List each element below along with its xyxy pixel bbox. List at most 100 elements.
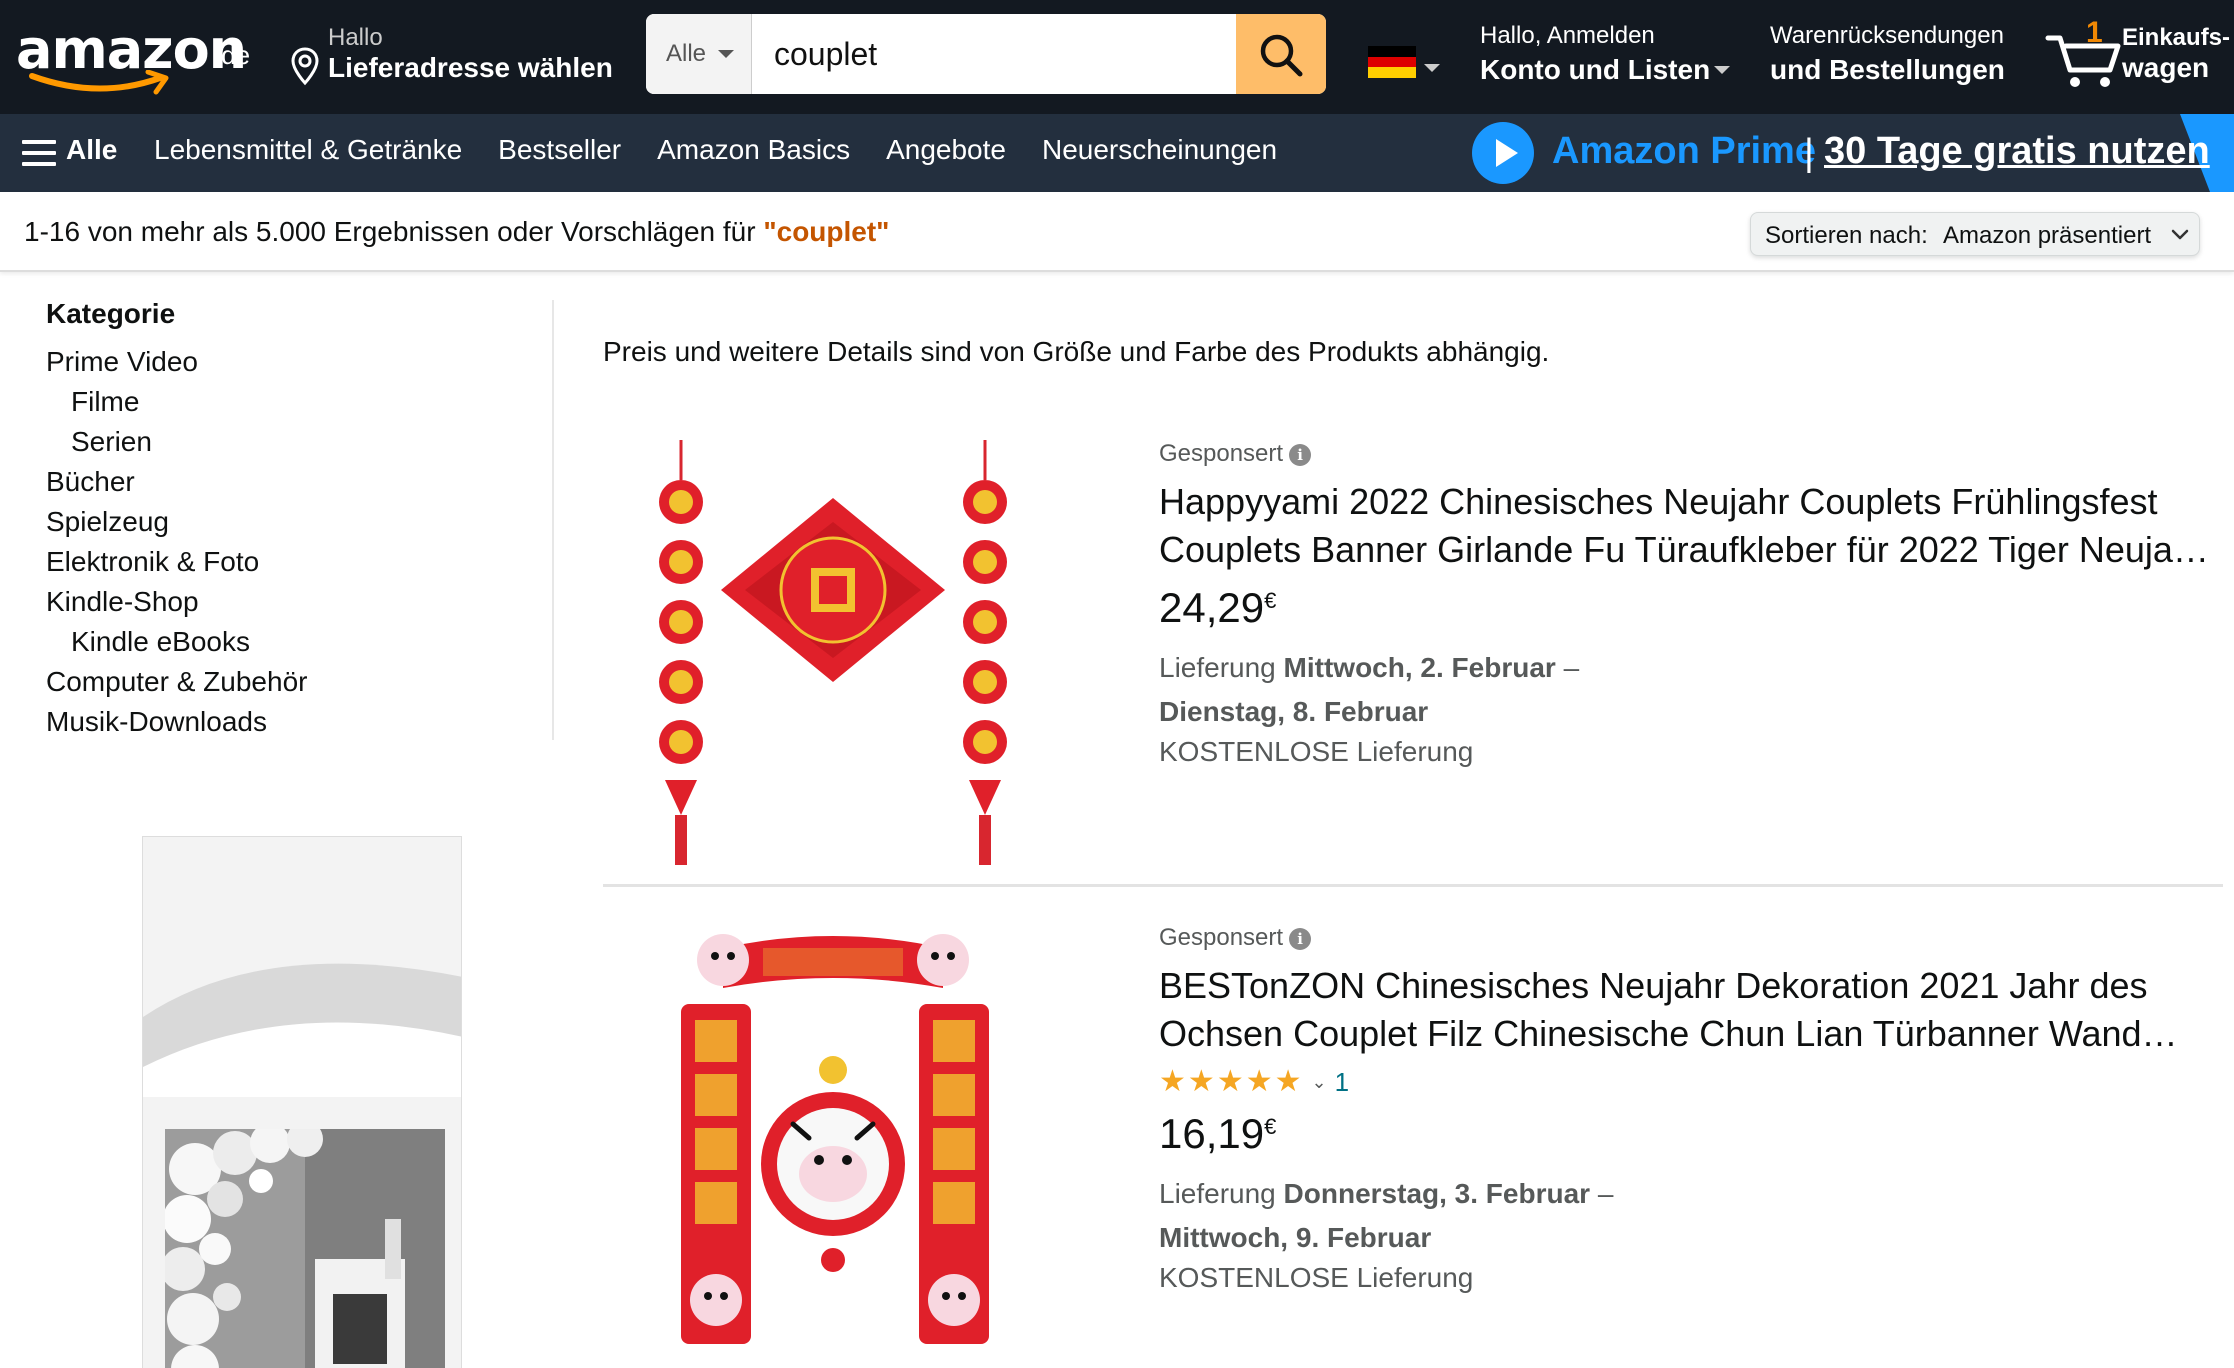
- category-books[interactable]: Bücher: [46, 462, 546, 502]
- delivery-dash: –: [1555, 652, 1580, 683]
- smile-arrow-icon: [29, 70, 169, 95]
- star-icon: ★: [1216, 1064, 1244, 1099]
- magnifier-icon: [1260, 34, 1303, 77]
- category-music-downloads[interactable]: Musik-Downloads: [46, 702, 546, 742]
- delivery-prefix: Lieferung: [1159, 1178, 1284, 1209]
- caret-down-icon[interactable]: [1424, 64, 1440, 72]
- right-scroll: [919, 1004, 989, 1344]
- free-delivery-label: KOSTENLOSE Lieferung: [1159, 1262, 1474, 1293]
- category-toys[interactable]: Spielzeug: [46, 502, 546, 542]
- nav-links: Lebensmittel & Getränke Bestseller Amazo…: [154, 134, 1277, 166]
- cart-icon: [2045, 35, 2121, 87]
- cart-label-line1: Einkaufs-: [2122, 24, 2231, 51]
- category-kindle-ebooks[interactable]: Kindle eBooks: [46, 622, 546, 662]
- nav-link-bestseller[interactable]: Bestseller: [498, 134, 621, 166]
- results-count-text: 1-16 von mehr als 5.000 Ergebnissen oder…: [24, 216, 764, 247]
- star-icon: ★: [1187, 1064, 1215, 1099]
- star-rating[interactable]: ★ ★ ★ ★ ★ ⌄ 1: [1159, 1064, 2219, 1100]
- cart-count-badge: 1: [2086, 16, 2103, 49]
- sort-dropdown[interactable]: Sortieren nach: Amazon präsentiert: [1750, 212, 2200, 256]
- product-price: 24,29€: [1159, 584, 2219, 632]
- sponsored-text: Gesponsert: [1159, 440, 1284, 467]
- hanging-chain-left: [659, 440, 703, 865]
- search-bar: Alle: [646, 14, 1326, 94]
- delivery-info: Lieferung Mittwoch, 2. Februar – Diensta…: [1159, 646, 2219, 734]
- product-price: 16,19€: [1159, 1110, 2219, 1158]
- sidebar-ad[interactable]: [142, 836, 462, 1368]
- chevron-down-icon[interactable]: ⌄: [1312, 1072, 1327, 1093]
- product-title-link[interactable]: Happyyami 2022 Chinesisches Neujahr Coup…: [1159, 478, 2219, 574]
- category-sidebar: Kategorie Prime Video Filme Serien Büche…: [46, 298, 546, 742]
- returns-and-orders[interactable]: Warenrücksendungen und Bestellungen: [1770, 22, 2010, 86]
- top-banner: [697, 934, 969, 988]
- results-query: "couplet": [763, 216, 890, 247]
- returns-label: Warenrücksendungen: [1770, 22, 2004, 49]
- account-greeting: Hallo, Anmelden: [1480, 22, 1655, 49]
- category-electronics[interactable]: Elektronik & Foto: [46, 542, 546, 582]
- all-menu-button[interactable]: Alle: [66, 134, 117, 166]
- secondary-nav: Alle Lebensmittel & Getränke Bestseller …: [0, 114, 2234, 192]
- nav-link-amazon-basics[interactable]: Amazon Basics: [657, 134, 850, 166]
- sort-value: Amazon präsentiert: [1943, 222, 2152, 249]
- deliver-greeting: Hallo: [328, 24, 383, 51]
- logo-tld: .de: [214, 40, 251, 70]
- amazon-logo[interactable]: amazon .de: [16, 18, 256, 95]
- cart-button[interactable]: 1 Einkaufs- wagen: [2044, 16, 2234, 96]
- sidebar-divider: [552, 300, 554, 740]
- nav-link-new-releases[interactable]: Neuerscheinungen: [1042, 134, 1277, 166]
- sponsored-label: Gesponsert i: [1159, 924, 2219, 952]
- category-movies[interactable]: Filme: [46, 382, 546, 422]
- price-currency: €: [1264, 588, 1277, 613]
- language-flag-icon[interactable]: [1368, 46, 1416, 78]
- category-series[interactable]: Serien: [46, 422, 546, 462]
- category-prime-video[interactable]: Prime Video: [46, 342, 546, 382]
- caret-down-icon: [718, 50, 734, 58]
- price-whole: 16,19: [1159, 1110, 1265, 1157]
- nav-link-deals[interactable]: Angebote: [886, 134, 1006, 166]
- info-icon[interactable]: i: [1289, 927, 1312, 950]
- rating-count-link[interactable]: 1: [1335, 1067, 1349, 1098]
- play-icon: [1472, 122, 1534, 184]
- product-image-ox-couplet[interactable]: [643, 924, 1023, 1368]
- prime-promo-banner[interactable]: Amazon Prime | 30 Tage gratis nutzen: [1470, 114, 2234, 192]
- delivery-dash: –: [1590, 1178, 1614, 1209]
- price-whole: 24,29: [1159, 584, 1265, 631]
- delivery-info: Lieferung Donnerstag, 3. Februar – Mittw…: [1159, 1172, 2219, 1260]
- hamburger-icon[interactable]: [22, 140, 56, 166]
- star-icon: ★: [1274, 1064, 1302, 1099]
- search-category-dropdown[interactable]: Alle: [646, 14, 752, 94]
- location-pin-icon: [291, 47, 319, 86]
- search-input[interactable]: [752, 14, 1242, 94]
- nav-link-groceries[interactable]: Lebensmittel & Getränke: [154, 134, 462, 166]
- chevron-down-icon: [2171, 229, 2189, 240]
- search-category-label: Alle: [666, 40, 707, 67]
- result-info: Gesponsert i BESTonZON Chinesisches Neuja…: [1159, 924, 2219, 1296]
- delivery-address-selector[interactable]: Hallo Lieferadresse wählen: [286, 22, 616, 92]
- balloon-garland-image: [165, 1129, 445, 1368]
- result-divider: [603, 884, 2223, 887]
- category-computers[interactable]: Computer & Zubehör: [46, 662, 546, 702]
- account-lists: Konto und Listen: [1480, 54, 1711, 85]
- prime-separator: |: [1804, 132, 1814, 174]
- prime-name: Amazon Prime: [1552, 130, 1816, 172]
- top-nav: amazon .de Hallo Lieferadresse wählen Al…: [0, 0, 2234, 114]
- product-image-couplet-banner[interactable]: [643, 440, 1023, 880]
- account-menu[interactable]: Hallo, Anmelden Konto und Listen: [1480, 22, 1740, 86]
- product-title-link[interactable]: BESTonZON Chinesisches Neujahr Dekoratio…: [1159, 962, 2219, 1058]
- orders-label: und Bestellungen: [1770, 54, 2005, 85]
- cart-label-line2: wagen: [2122, 52, 2210, 83]
- delivery-prefix: Lieferung: [1159, 652, 1284, 683]
- ad-balloon-image: [165, 1129, 445, 1368]
- info-icon[interactable]: i: [1289, 443, 1312, 466]
- delivery-date-start: Donnerstag, 3. Februar: [1283, 1178, 1591, 1209]
- free-delivery-label: KOSTENLOSE Lieferung: [1159, 736, 1474, 767]
- delivery-date-start: Mittwoch, 2. Februar: [1283, 652, 1556, 683]
- results-summary: 1-16 von mehr als 5.000 Ergebnissen oder…: [24, 216, 889, 248]
- results-info-bar: 1-16 von mehr als 5.000 Ergebnissen oder…: [0, 192, 2234, 272]
- hanging-chain-right: [963, 440, 1007, 865]
- sort-label: Sortieren nach:: [1765, 222, 1928, 249]
- search-button[interactable]: [1236, 14, 1326, 94]
- prime-trial-link[interactable]: 30 Tage gratis nutzen: [1824, 130, 2210, 173]
- results-note: Preis und weitere Details sind von Größe…: [603, 336, 1550, 367]
- category-kindle-shop[interactable]: Kindle-Shop: [46, 582, 546, 622]
